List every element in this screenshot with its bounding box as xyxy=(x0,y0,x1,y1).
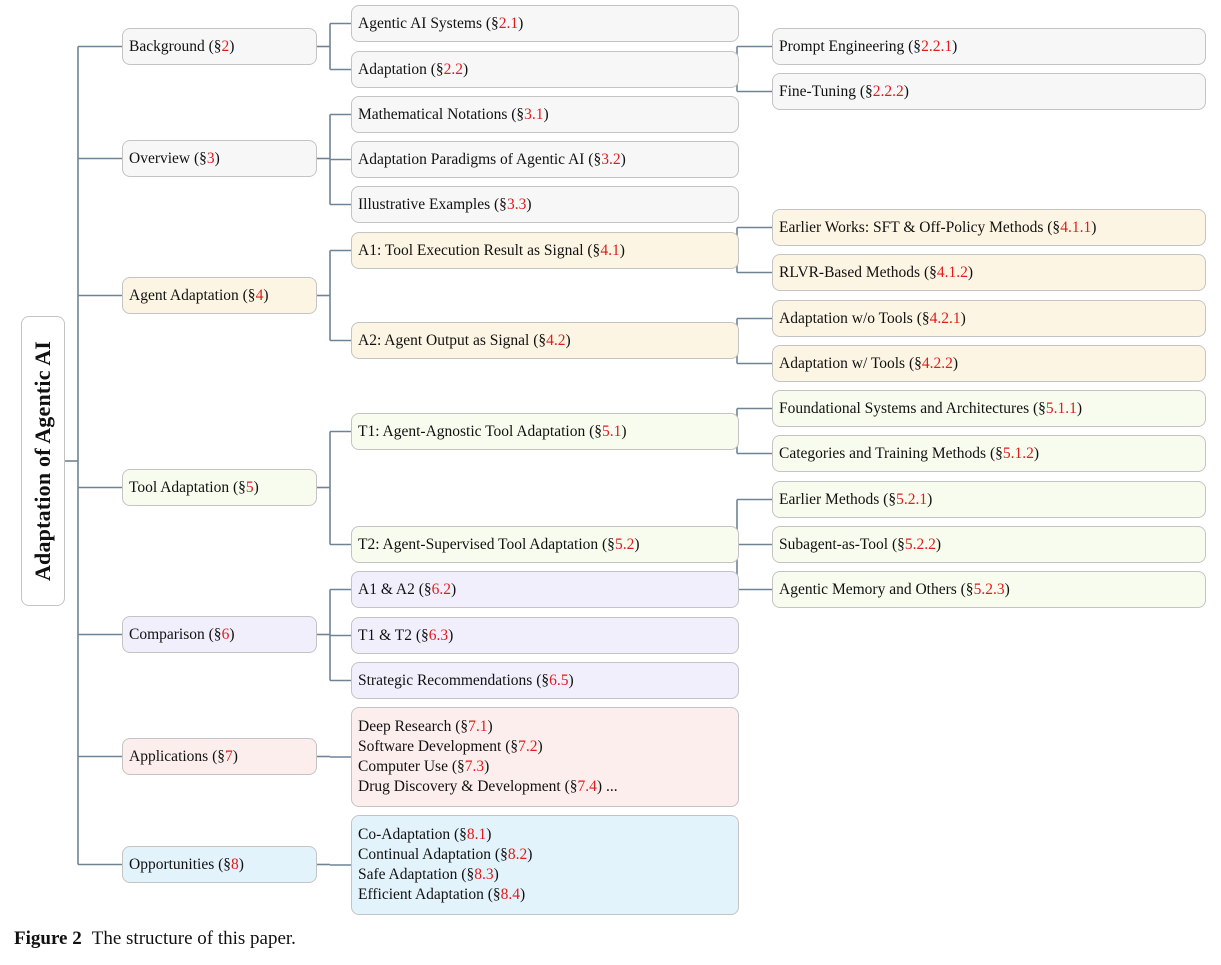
section-background: Background (§ 2) xyxy=(122,28,317,65)
subsubsection-categories-training: Categories and Training Methods (§ 5.1.2) xyxy=(772,435,1206,472)
list-item: Efficient Adaptation (§8.4) xyxy=(358,886,526,903)
list-item: Safe Adaptation (§8.3) xyxy=(358,866,499,883)
subsubsection-agentic-memory: Agentic Memory and Others (§ 5.2.3) xyxy=(772,571,1206,608)
section-agent-adaptation: Agent Adaptation (§ 4) xyxy=(122,277,317,314)
list-item: Drug Discovery & Development (§7.4) ... xyxy=(358,778,618,795)
figure-caption: Figure 2 The structure of this paper. xyxy=(14,928,296,950)
opportunities-list: Co-Adaptation (§8.1) Continual Adaptatio… xyxy=(351,815,739,915)
section-applications: Applications (§ 7) xyxy=(122,738,317,775)
section-comparison: Comparison (§ 6) xyxy=(122,616,317,653)
subsubsection-prompt-engineering: Prompt Engineering (§ 2.2.1) xyxy=(772,28,1206,65)
applications-list: Deep Research (§7.1) Software Developmen… xyxy=(351,707,739,807)
subsection-t1-t2: T1 & T2 (§ 6.3) xyxy=(351,617,739,654)
root-label: Adaptation of Agentic AI xyxy=(30,340,56,582)
subsubsection-rlvr-based: RLVR-Based Methods (§ 4.1.2) xyxy=(772,254,1206,291)
subsection-adaptation-paradigms: Adaptation Paradigms of Agentic AI (§ 3.2… xyxy=(351,141,739,178)
subsection-adaptation: Adaptation (§ 2.2) xyxy=(351,51,739,88)
subsection-strategic-recommendations: Strategic Recommendations (§ 6.5) xyxy=(351,662,739,699)
subsubsection-adaptation-without-tools: Adaptation w/o Tools (§ 4.2.1) xyxy=(772,300,1206,337)
subsubsection-earlier-methods: Earlier Methods (§ 5.2.1) xyxy=(772,481,1206,518)
figure-number: Figure 2 xyxy=(14,928,82,949)
subsubsection-subagent-as-tool: Subagent-as-Tool (§ 5.2.2) xyxy=(772,526,1206,563)
list-item: Deep Research (§7.1) xyxy=(358,718,493,735)
subsection-a1-tool-execution: A1: Tool Execution Result as Signal (§ 4.… xyxy=(351,232,739,269)
subsubsection-earlier-works: Earlier Works: SFT & Off-Policy Methods … xyxy=(772,209,1206,246)
section-tool-adaptation: Tool Adaptation (§ 5) xyxy=(122,469,317,506)
subsection-a2-agent-output: A2: Agent Output as Signal (§ 4.2) xyxy=(351,322,739,359)
section-overview: Overview (§ 3) xyxy=(122,140,317,177)
subsection-t2-agent-supervised: T2: Agent-Supervised Tool Adaptation (§ 5… xyxy=(351,526,739,563)
subsubsection-foundational-systems: Foundational Systems and Architectures (… xyxy=(772,390,1206,427)
list-item: Continual Adaptation (§8.2) xyxy=(358,846,533,863)
subsubsection-fine-tuning: Fine-Tuning (§ 2.2.2) xyxy=(772,73,1206,110)
list-item: Software Development (§7.2) xyxy=(358,738,543,755)
section-opportunities: Opportunities (§ 8) xyxy=(122,846,317,883)
subsection-illustrative-examples: Illustrative Examples (§ 3.3) xyxy=(351,186,739,223)
subsection-a1-a2: A1 & A2 (§ 6.2) xyxy=(351,571,739,608)
subsection-agentic-ai-systems: Agentic AI Systems (§ 2.1) xyxy=(351,5,739,42)
subsection-t1-agent-agnostic: T1: Agent-Agnostic Tool Adaptation (§ 5.1… xyxy=(351,413,739,450)
subsubsection-adaptation-with-tools: Adaptation w/ Tools (§ 4.2.2) xyxy=(772,345,1206,382)
list-item: Co-Adaptation (§8.1) xyxy=(358,826,492,843)
root-node: Adaptation of Agentic AI xyxy=(21,316,65,606)
list-item: Computer Use (§7.3) xyxy=(358,758,490,775)
caption-text: The structure of this paper. xyxy=(91,928,296,949)
subsection-mathematical-notations: Mathematical Notations (§ 3.1) xyxy=(351,96,739,133)
